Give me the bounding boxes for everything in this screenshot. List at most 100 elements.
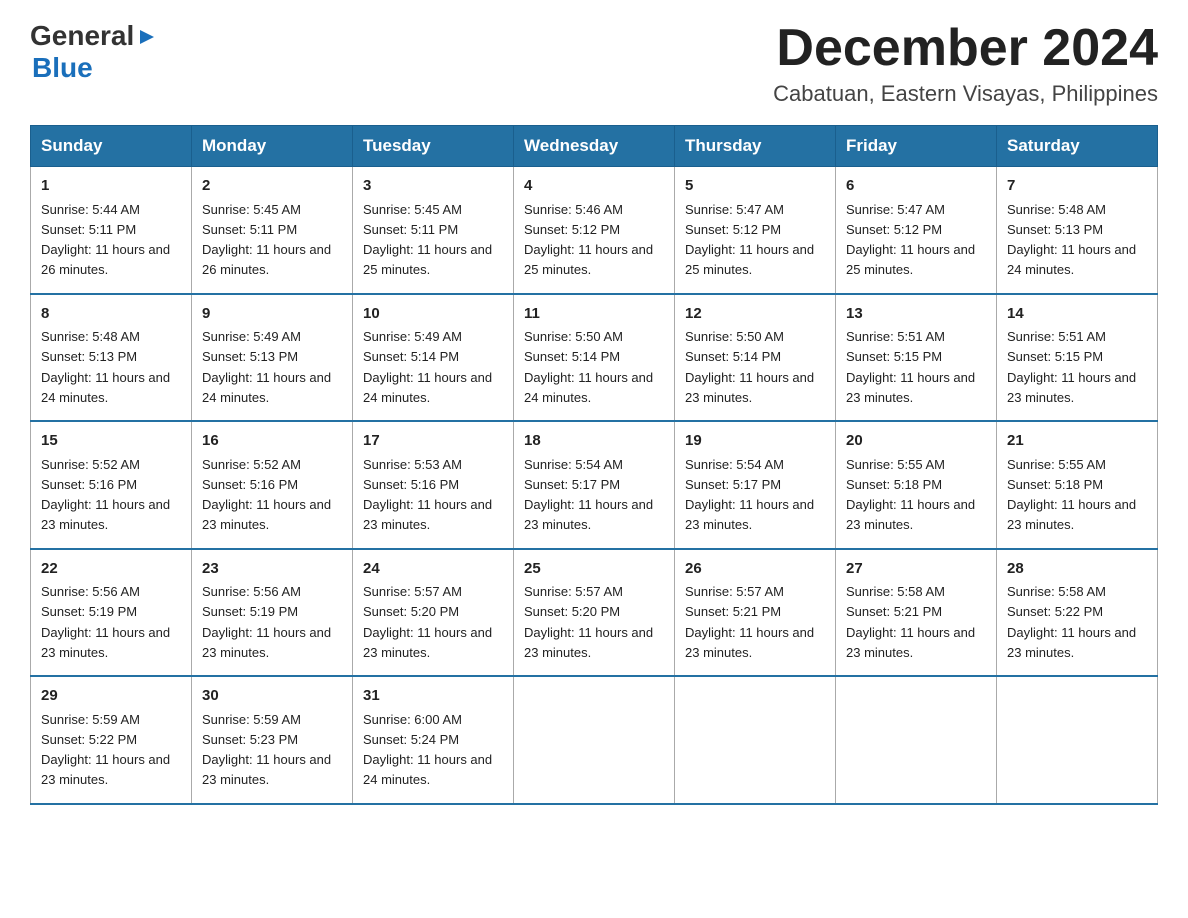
day-info: Sunrise: 5:57 AMSunset: 5:21 PMDaylight:…: [685, 584, 814, 660]
day-info: Sunrise: 5:52 AMSunset: 5:16 PMDaylight:…: [202, 457, 331, 533]
day-info: Sunrise: 5:55 AMSunset: 5:18 PMDaylight:…: [1007, 457, 1136, 533]
table-row: [997, 676, 1158, 804]
table-row: [514, 676, 675, 804]
col-wednesday: Wednesday: [514, 126, 675, 167]
day-info: Sunrise: 5:47 AMSunset: 5:12 PMDaylight:…: [685, 202, 814, 278]
day-info: Sunrise: 5:59 AMSunset: 5:22 PMDaylight:…: [41, 712, 170, 788]
table-row: 24 Sunrise: 5:57 AMSunset: 5:20 PMDaylig…: [353, 549, 514, 677]
day-info: Sunrise: 5:52 AMSunset: 5:16 PMDaylight:…: [41, 457, 170, 533]
table-row: 11 Sunrise: 5:50 AMSunset: 5:14 PMDaylig…: [514, 294, 675, 422]
table-row: 18 Sunrise: 5:54 AMSunset: 5:17 PMDaylig…: [514, 421, 675, 549]
logo-arrow-icon: [136, 26, 158, 48]
col-sunday: Sunday: [31, 126, 192, 167]
table-row: 27 Sunrise: 5:58 AMSunset: 5:21 PMDaylig…: [836, 549, 997, 677]
day-info: Sunrise: 5:54 AMSunset: 5:17 PMDaylight:…: [685, 457, 814, 533]
day-number: 31: [363, 685, 503, 708]
day-info: Sunrise: 6:00 AMSunset: 5:24 PMDaylight:…: [363, 712, 492, 788]
calendar-title: December 2024: [773, 20, 1158, 77]
table-row: 19 Sunrise: 5:54 AMSunset: 5:17 PMDaylig…: [675, 421, 836, 549]
table-row: 5 Sunrise: 5:47 AMSunset: 5:12 PMDayligh…: [675, 167, 836, 294]
day-number: 15: [41, 430, 181, 453]
table-row: 29 Sunrise: 5:59 AMSunset: 5:22 PMDaylig…: [31, 676, 192, 804]
day-number: 28: [1007, 558, 1147, 581]
day-number: 17: [363, 430, 503, 453]
calendar-week-row: 22 Sunrise: 5:56 AMSunset: 5:19 PMDaylig…: [31, 549, 1158, 677]
table-row: 10 Sunrise: 5:49 AMSunset: 5:14 PMDaylig…: [353, 294, 514, 422]
day-info: Sunrise: 5:46 AMSunset: 5:12 PMDaylight:…: [524, 202, 653, 278]
day-info: Sunrise: 5:57 AMSunset: 5:20 PMDaylight:…: [524, 584, 653, 660]
table-row: 31 Sunrise: 6:00 AMSunset: 5:24 PMDaylig…: [353, 676, 514, 804]
day-number: 11: [524, 303, 664, 326]
day-number: 27: [846, 558, 986, 581]
day-number: 24: [363, 558, 503, 581]
table-row: 2 Sunrise: 5:45 AMSunset: 5:11 PMDayligh…: [192, 167, 353, 294]
day-info: Sunrise: 5:58 AMSunset: 5:22 PMDaylight:…: [1007, 584, 1136, 660]
day-info: Sunrise: 5:58 AMSunset: 5:21 PMDaylight:…: [846, 584, 975, 660]
col-thursday: Thursday: [675, 126, 836, 167]
day-info: Sunrise: 5:48 AMSunset: 5:13 PMDaylight:…: [1007, 202, 1136, 278]
table-row: 15 Sunrise: 5:52 AMSunset: 5:16 PMDaylig…: [31, 421, 192, 549]
table-row: 8 Sunrise: 5:48 AMSunset: 5:13 PMDayligh…: [31, 294, 192, 422]
table-row: 16 Sunrise: 5:52 AMSunset: 5:16 PMDaylig…: [192, 421, 353, 549]
day-info: Sunrise: 5:56 AMSunset: 5:19 PMDaylight:…: [202, 584, 331, 660]
day-info: Sunrise: 5:45 AMSunset: 5:11 PMDaylight:…: [363, 202, 492, 278]
day-info: Sunrise: 5:55 AMSunset: 5:18 PMDaylight:…: [846, 457, 975, 533]
day-number: 18: [524, 430, 664, 453]
day-number: 1: [41, 175, 181, 198]
logo-general-text: General: [30, 20, 134, 52]
day-info: Sunrise: 5:51 AMSunset: 5:15 PMDaylight:…: [846, 329, 975, 405]
logo: General Blue: [30, 20, 158, 84]
table-row: 20 Sunrise: 5:55 AMSunset: 5:18 PMDaylig…: [836, 421, 997, 549]
table-row: 6 Sunrise: 5:47 AMSunset: 5:12 PMDayligh…: [836, 167, 997, 294]
day-info: Sunrise: 5:48 AMSunset: 5:13 PMDaylight:…: [41, 329, 170, 405]
day-number: 5: [685, 175, 825, 198]
day-number: 14: [1007, 303, 1147, 326]
calendar-week-row: 15 Sunrise: 5:52 AMSunset: 5:16 PMDaylig…: [31, 421, 1158, 549]
table-row: 7 Sunrise: 5:48 AMSunset: 5:13 PMDayligh…: [997, 167, 1158, 294]
day-number: 19: [685, 430, 825, 453]
calendar-week-row: 29 Sunrise: 5:59 AMSunset: 5:22 PMDaylig…: [31, 676, 1158, 804]
table-row: [836, 676, 997, 804]
day-info: Sunrise: 5:51 AMSunset: 5:15 PMDaylight:…: [1007, 329, 1136, 405]
day-number: 6: [846, 175, 986, 198]
day-info: Sunrise: 5:56 AMSunset: 5:19 PMDaylight:…: [41, 584, 170, 660]
table-row: 9 Sunrise: 5:49 AMSunset: 5:13 PMDayligh…: [192, 294, 353, 422]
page-header: General Blue December 2024 Cabatuan, Eas…: [30, 20, 1158, 107]
day-info: Sunrise: 5:44 AMSunset: 5:11 PMDaylight:…: [41, 202, 170, 278]
day-number: 25: [524, 558, 664, 581]
day-number: 2: [202, 175, 342, 198]
day-number: 29: [41, 685, 181, 708]
day-info: Sunrise: 5:45 AMSunset: 5:11 PMDaylight:…: [202, 202, 331, 278]
day-number: 26: [685, 558, 825, 581]
title-area: December 2024 Cabatuan, Eastern Visayas,…: [773, 20, 1158, 107]
calendar-week-row: 8 Sunrise: 5:48 AMSunset: 5:13 PMDayligh…: [31, 294, 1158, 422]
day-info: Sunrise: 5:49 AMSunset: 5:13 PMDaylight:…: [202, 329, 331, 405]
day-info: Sunrise: 5:50 AMSunset: 5:14 PMDaylight:…: [524, 329, 653, 405]
day-number: 9: [202, 303, 342, 326]
day-info: Sunrise: 5:57 AMSunset: 5:20 PMDaylight:…: [363, 584, 492, 660]
day-info: Sunrise: 5:49 AMSunset: 5:14 PMDaylight:…: [363, 329, 492, 405]
day-number: 20: [846, 430, 986, 453]
day-number: 7: [1007, 175, 1147, 198]
table-row: 1 Sunrise: 5:44 AMSunset: 5:11 PMDayligh…: [31, 167, 192, 294]
day-number: 8: [41, 303, 181, 326]
table-row: 12 Sunrise: 5:50 AMSunset: 5:14 PMDaylig…: [675, 294, 836, 422]
table-row: 30 Sunrise: 5:59 AMSunset: 5:23 PMDaylig…: [192, 676, 353, 804]
table-row: 13 Sunrise: 5:51 AMSunset: 5:15 PMDaylig…: [836, 294, 997, 422]
table-row: 23 Sunrise: 5:56 AMSunset: 5:19 PMDaylig…: [192, 549, 353, 677]
day-number: 3: [363, 175, 503, 198]
table-row: 22 Sunrise: 5:56 AMSunset: 5:19 PMDaylig…: [31, 549, 192, 677]
col-friday: Friday: [836, 126, 997, 167]
calendar-subtitle: Cabatuan, Eastern Visayas, Philippines: [773, 81, 1158, 107]
logo-blue-text: Blue: [32, 52, 93, 83]
day-number: 16: [202, 430, 342, 453]
table-row: 26 Sunrise: 5:57 AMSunset: 5:21 PMDaylig…: [675, 549, 836, 677]
day-info: Sunrise: 5:54 AMSunset: 5:17 PMDaylight:…: [524, 457, 653, 533]
day-info: Sunrise: 5:53 AMSunset: 5:16 PMDaylight:…: [363, 457, 492, 533]
table-row: 21 Sunrise: 5:55 AMSunset: 5:18 PMDaylig…: [997, 421, 1158, 549]
day-number: 23: [202, 558, 342, 581]
table-row: 25 Sunrise: 5:57 AMSunset: 5:20 PMDaylig…: [514, 549, 675, 677]
table-row: 17 Sunrise: 5:53 AMSunset: 5:16 PMDaylig…: [353, 421, 514, 549]
day-number: 30: [202, 685, 342, 708]
day-number: 10: [363, 303, 503, 326]
